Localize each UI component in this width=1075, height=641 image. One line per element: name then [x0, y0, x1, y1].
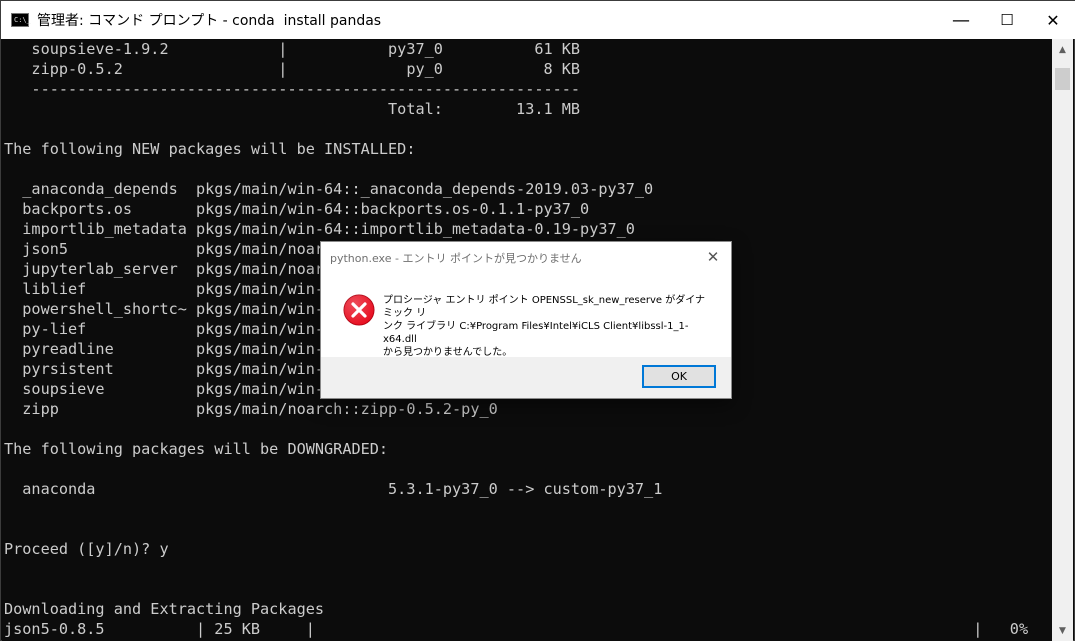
dialog-close-button[interactable]: ✕ — [703, 247, 723, 267]
scroll-thumb[interactable] — [1055, 68, 1070, 90]
console-line: pyreadline pkgs/main/win-6 — [4, 340, 334, 358]
console-line: json5-0.8.5 | 25 KB | | 0% — [4, 620, 1029, 638]
console-line: soupsieve pkgs/main/win-6 — [4, 380, 334, 398]
dialog-footer: OK — [321, 357, 731, 398]
dialog-message-line: ンク ライブラリ C:¥Program Files¥Intel¥iCLS Cli… — [383, 321, 689, 345]
console-line: Downloading and Extracting Packages — [4, 600, 325, 618]
cmd-app-icon: C:\_ — [11, 13, 31, 27]
console-line: Proceed ([y]/n)? y — [4, 540, 169, 558]
console-line: jupyterlab_server pkgs/main/noarch — [4, 260, 343, 278]
close-button[interactable]: ✕ — [1030, 1, 1075, 39]
dialog-body: プロシージャ エントリ ポイント OPENSSL_sk_new_reserve … — [321, 272, 731, 358]
console-line: soupsieve-1.9.2 | py37_0 61 KB — [4, 40, 581, 58]
minimize-button[interactable]: — — [938, 1, 984, 39]
error-icon — [343, 294, 375, 326]
dialog-title: python.exe - エントリ ポイントが見つかりません — [330, 252, 582, 265]
console-line: The following NEW packages will be INSTA… — [4, 140, 416, 158]
console-line: The following packages will be DOWNGRADE… — [4, 440, 389, 458]
console-line: backports.os pkgs/main/win-64::backports… — [4, 200, 590, 218]
scroll-up-arrow-icon[interactable]: ▲ — [1052, 39, 1073, 60]
dialog-message-line: プロシージャ エントリ ポイント OPENSSL_sk_new_reserve … — [383, 295, 706, 319]
console-line: importlib_metadata pkgs/main/win-64::imp… — [4, 220, 635, 238]
error-dialog: python.exe - エントリ ポイントが見つかりません ✕ プロシージャ … — [320, 241, 732, 399]
console-line: liblief pkgs/main/win-6 — [4, 280, 334, 298]
window-title: 管理者: コマンド プロンプト - conda install pandas — [37, 13, 382, 29]
console-line: powershell_shortc~ pkgs/main/win-6 — [4, 300, 334, 318]
console-line: pyrsistent pkgs/main/win-6 — [4, 360, 334, 378]
vertical-scrollbar[interactable]: ▲ ▼ — [1052, 39, 1073, 641]
dialog-message: プロシージャ エントリ ポイント OPENSSL_sk_new_reserve … — [383, 294, 713, 359]
console-line: _anaconda_depends pkgs/main/win-64::_ana… — [4, 180, 654, 198]
title-bar[interactable]: C:\_ 管理者: コマンド プロンプト - conda install pan… — [1, 1, 1075, 39]
scroll-down-arrow-icon[interactable]: ▼ — [1052, 620, 1073, 641]
command-prompt-window: C:\_ 管理者: コマンド プロンプト - conda install pan… — [0, 0, 1075, 641]
console-line: anaconda 5.3.1-py37_0 --> custom-py37_1 — [4, 480, 663, 498]
console-line: py-lief pkgs/main/win-6 — [4, 320, 334, 338]
console-line: zipp pkgs/main/noarch::zipp-0.5.2-py_0 — [4, 400, 498, 418]
maximize-button[interactable]: ☐ — [984, 1, 1030, 39]
window-controls: — ☐ ✕ — [938, 1, 1075, 39]
console-line: zipp-0.5.2 | py_0 8 KB — [4, 60, 581, 78]
console-line: json5 pkgs/main/noarch — [4, 240, 343, 258]
ok-button[interactable]: OK — [642, 365, 716, 388]
console-line: ----------------------------------------… — [4, 80, 581, 98]
console-line: Total: 13.1 MB — [4, 100, 581, 118]
